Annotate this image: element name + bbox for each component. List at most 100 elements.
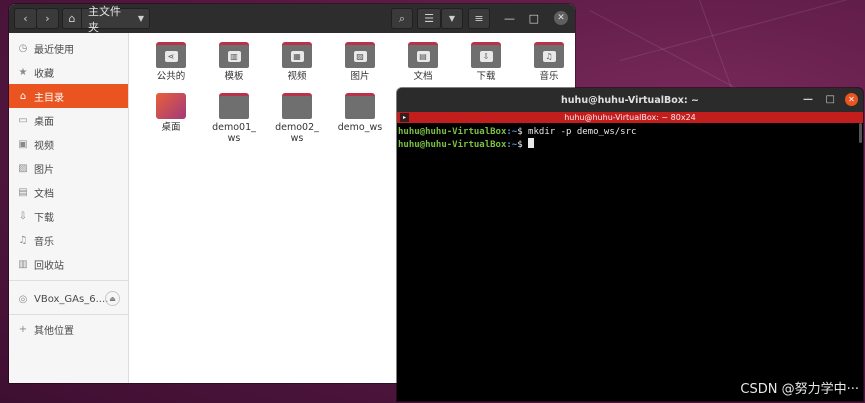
sidebar-item-trash[interactable]: ▥ 回收站 [9, 252, 128, 276]
sidebar-item-desktop[interactable]: ▭ 桌面 [9, 108, 128, 132]
folder-item-templates[interactable]: ▥ 模板 [207, 42, 261, 82]
sidebar-item-label: 文档 [34, 188, 54, 200]
view-list-button[interactable]: ☰ [417, 8, 441, 29]
eject-button[interactable]: ⏏ [105, 291, 120, 306]
close-button[interactable]: ✕ [845, 93, 858, 106]
text-cursor [528, 138, 535, 148]
template-icon: ▥ [227, 51, 241, 62]
desktop-icon: ▭ [18, 114, 28, 126]
folder-item-downloads[interactable]: ⇩ 下载 [459, 42, 513, 82]
item-label: 图片 [350, 71, 370, 82]
list-view-icon: ☰ [424, 12, 434, 25]
disc-icon: ◎ [18, 293, 28, 305]
picture-icon: ▨ [18, 162, 28, 174]
folder-item-demo01-ws[interactable]: demo01_ ws [207, 93, 261, 144]
folder-icon: ▥ [219, 42, 249, 68]
sidebar-item-label: 下载 [34, 212, 54, 224]
folder-icon: ♫ [534, 42, 564, 68]
wallpaper-line [620, 0, 853, 61]
files-headerbar: ‹ › ⌂ 主文件夹 ▼ ⌕ ☰ ▼ ≡ — □ ✕ [9, 4, 575, 34]
plus-icon: + [18, 323, 28, 335]
minimize-button[interactable]: — [504, 12, 515, 25]
sidebar-item-pictures[interactable]: ▨ 图片 [9, 156, 128, 180]
path-bar[interactable]: ⌂ 主文件夹 ▼ [62, 5, 150, 34]
video-icon: ▣ [18, 138, 28, 150]
folder-item-videos[interactable]: ▦ 视频 [270, 42, 324, 82]
sidebar-item-starred[interactable]: ★ 收藏 [9, 60, 128, 84]
home-icon: ⌂ [68, 12, 76, 25]
path-label: 主文件夹 [88, 4, 121, 34]
clock-icon: ◷ [18, 42, 28, 54]
sidebar-item-music[interactable]: ♫ 音乐 [9, 228, 128, 252]
video-icon: ▦ [290, 51, 304, 62]
sidebar-item-downloads[interactable]: ⇩ 下载 [9, 204, 128, 228]
item-label: 文档 [413, 71, 433, 82]
folder-item-music[interactable]: ♫ 音乐 [522, 42, 575, 82]
item-label: 模板 [224, 71, 244, 82]
maximize-button[interactable]: □ [826, 94, 835, 105]
sidebar-item-label: VBox_GAs_6.... [34, 293, 109, 305]
download-icon: ⇩ [479, 51, 493, 62]
chevron-left-icon: ‹ [23, 12, 28, 25]
view-options-button[interactable]: ▼ [441, 8, 463, 29]
sidebar-item-label: 其他位置 [34, 325, 74, 337]
prompt-path: :~ [506, 127, 518, 137]
files-sidebar: ◷ 最近使用 ★ 收藏 ⌂ 主目录 ▭ 桌面 ▣ 视频 ▨ 图片 ▤ 文档 ⇩ 下载 ♫ 音乐 ▥… [9, 33, 129, 383]
sidebar-item-other-locations[interactable]: + 其他位置 [9, 317, 128, 341]
close-icon: ✕ [848, 95, 855, 104]
sidebar-item-recent[interactable]: ◷ 最近使用 [9, 36, 128, 60]
folder-item-public[interactable]: ⋖ 公共的 [144, 42, 198, 82]
folder-icon [345, 93, 375, 119]
hamburger-icon: ≡ [474, 12, 484, 25]
sidebar-item-videos[interactable]: ▣ 视频 [9, 132, 128, 156]
folder-item-demo-ws[interactable]: demo_ws [333, 93, 387, 133]
terminal-icon: ▸ [400, 113, 409, 122]
search-button[interactable]: ⌕ [391, 8, 413, 29]
search-icon: ⌕ [398, 11, 406, 25]
document-icon: ▤ [18, 186, 28, 198]
folder-icon [282, 93, 312, 119]
folder-icon: ▨ [345, 42, 375, 68]
item-label: 音乐 [539, 71, 559, 82]
star-icon: ★ [18, 66, 28, 78]
minimize-button[interactable]: — [803, 94, 813, 105]
folder-icon: ▦ [282, 42, 312, 68]
close-icon: ✕ [557, 13, 565, 23]
back-button[interactable]: ‹ [14, 8, 37, 29]
download-icon: ⇩ [18, 210, 28, 222]
terminal-title: huhu@huhu-VirtualBox: ~ [561, 94, 699, 106]
sidebar-item-documents[interactable]: ▤ 文档 [9, 180, 128, 204]
terminal-line: huhu@huhu-VirtualBox:~$ mkdir -p demo_ws… [398, 126, 862, 138]
folder-item-documents[interactable]: ▤ 文档 [396, 42, 450, 82]
trash-icon: ▥ [18, 258, 28, 270]
chevron-down-icon: ▼ [448, 14, 456, 23]
sidebar-item-home[interactable]: ⌂ 主目录 [9, 84, 128, 108]
forward-button[interactable]: › [36, 8, 59, 29]
terminal-titlebar: huhu@huhu-VirtualBox: ~ — □ ✕ [397, 88, 863, 112]
terminal-output[interactable]: huhu@huhu-VirtualBox:~$ mkdir -p demo_ws… [397, 123, 863, 154]
sidebar-item-label: 图片 [34, 164, 54, 176]
terminal-tab-bar: ▸ huhu@huhu-VirtualBox: ~ 80x24 [397, 112, 863, 123]
picture-icon: ▨ [353, 51, 367, 62]
terminal-line: huhu@huhu-VirtualBox:~$ [398, 138, 862, 151]
close-button[interactable]: ✕ [554, 11, 568, 25]
item-label: demo02_ ws [275, 122, 319, 144]
music-icon: ♫ [542, 51, 556, 62]
chevron-down-icon[interactable]: ▼ [133, 14, 149, 23]
folder-item-pictures[interactable]: ▨ 图片 [333, 42, 387, 82]
prompt-user: huhu@huhu-VirtualBox [398, 140, 507, 150]
sidebar-divider [9, 314, 128, 315]
sidebar-item-label: 音乐 [34, 236, 54, 248]
folder-item-desktop[interactable]: 桌面 [144, 93, 198, 133]
folder-icon: ⇩ [471, 42, 501, 68]
menu-button[interactable]: ≡ [468, 8, 490, 29]
sidebar-item-label: 收藏 [34, 68, 54, 80]
folder-icon [219, 93, 249, 119]
terminal-scrollbar[interactable] [859, 123, 862, 143]
eject-icon: ⏏ [109, 294, 116, 303]
item-label: 视频 [287, 71, 307, 82]
maximize-button[interactable]: □ [529, 12, 539, 25]
item-label: demo_ws [337, 122, 383, 133]
terminal-window: huhu@huhu-VirtualBox: ~ — □ ✕ ▸ huhu@huh… [397, 88, 863, 401]
folder-item-demo02-ws[interactable]: demo02_ ws [270, 93, 324, 144]
